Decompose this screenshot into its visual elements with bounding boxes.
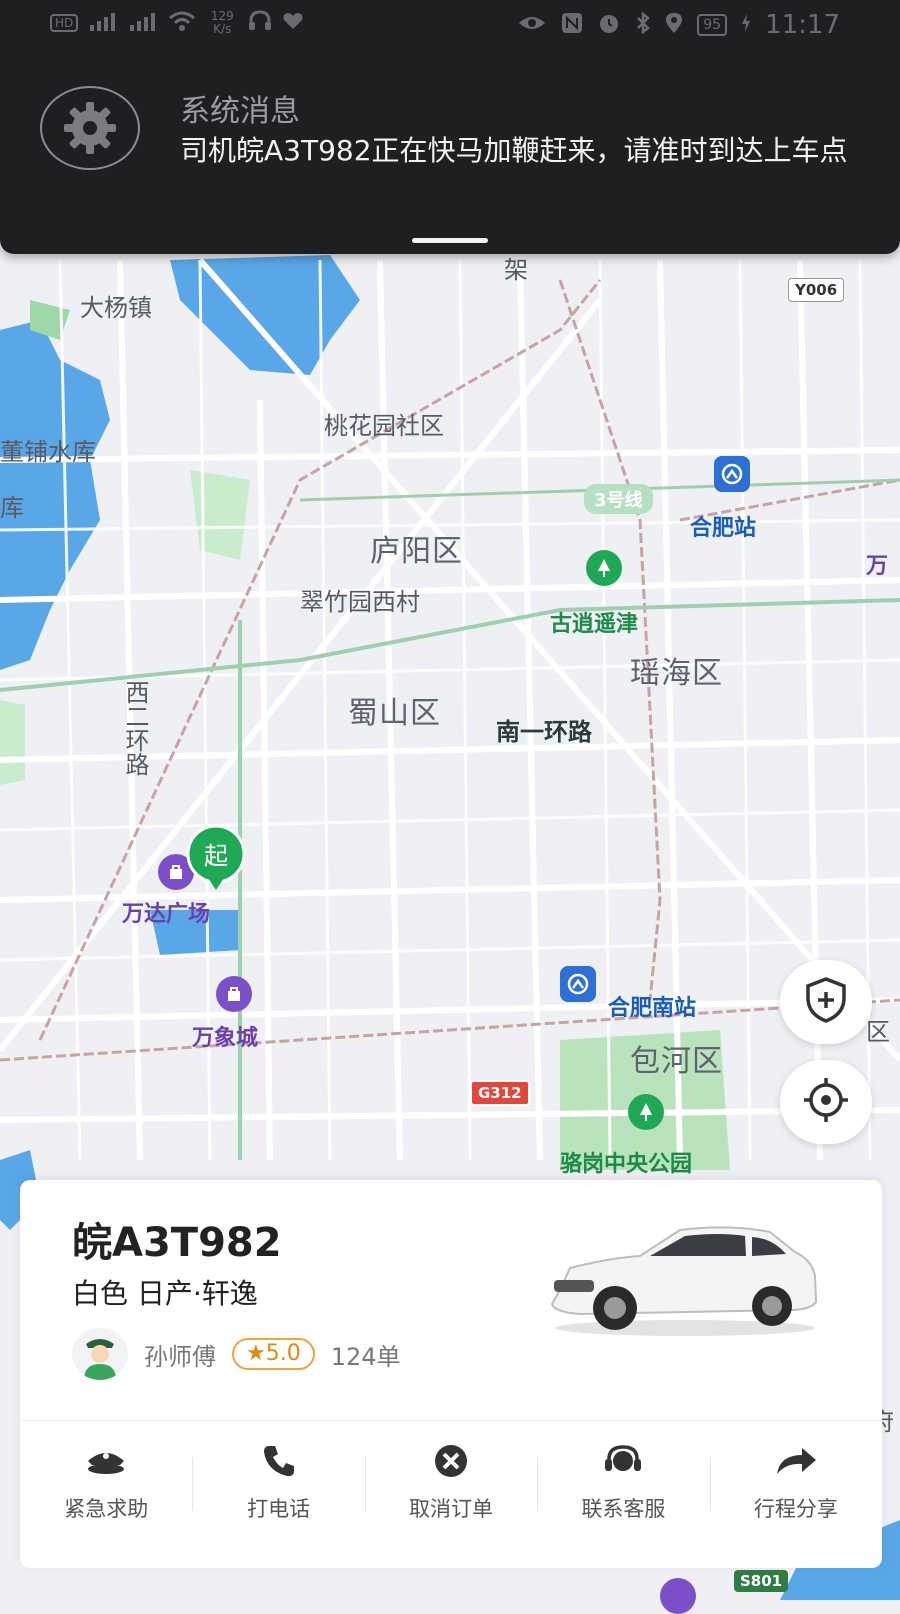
- signal-icon: [128, 11, 158, 35]
- shopping-bag-icon: [660, 1578, 696, 1614]
- map-label-ku: 库: [0, 494, 24, 522]
- map-label-qu-edge: 区: [866, 1018, 890, 1046]
- map-label-taohuayuan: 桃花园社区: [324, 412, 444, 440]
- notification-drag-handle[interactable]: [412, 238, 488, 243]
- car-image: [540, 1210, 830, 1340]
- metro-line-3-badge: 3号线: [584, 484, 653, 514]
- headset-icon: [601, 1443, 645, 1479]
- alarm-icon: [597, 12, 621, 39]
- emergency-help-button[interactable]: 紧急求助: [20, 1421, 192, 1544]
- hd-icon: HD: [50, 14, 79, 32]
- action-bar: 紧急求助 打电话 取消订单 联系客服 行程分享: [20, 1420, 882, 1544]
- wifi-icon: [168, 10, 196, 36]
- license-plate: 皖A3T982: [72, 1220, 282, 1266]
- notification-title: 系统消息: [180, 94, 300, 129]
- map-label-dongpu: 董铺水库: [0, 438, 96, 466]
- status-left-indicators: HD 129 K/s: [50, 10, 304, 36]
- safety-button[interactable]: [780, 960, 872, 1044]
- share-trip-button[interactable]: 行程分享: [709, 1421, 882, 1544]
- action-label: 紧急求助: [64, 1496, 149, 1521]
- route-badge-g312: G312: [470, 1080, 530, 1106]
- map-label-hefei-station: 合肥站: [690, 516, 757, 541]
- park-icon: [628, 1094, 664, 1130]
- map-label-gudao: 古逍遥津: [550, 612, 639, 637]
- map-label-baohe: 包河区: [630, 1044, 723, 1079]
- shopping-bag-icon: [216, 976, 252, 1012]
- headset-icon: [248, 10, 272, 36]
- map-label-yaohai: 瑶海区: [630, 656, 723, 691]
- signal-icon: [88, 11, 118, 35]
- net-speed: 129 K/s: [210, 9, 234, 36]
- nfc-icon: [561, 12, 583, 39]
- system-notification[interactable]: HD 129 K/s 95 11:17 系统消息 司机皖A3T982正在快马加鞭…: [0, 0, 900, 254]
- route-badge-s801: S801: [734, 1570, 789, 1592]
- driver-order-count: 124单: [330, 1342, 401, 1371]
- eye-icon: [517, 13, 547, 38]
- map-label-xierhuan: 西二环路: [121, 680, 149, 776]
- map-label-wan-edge: 万: [866, 554, 889, 579]
- location-icon: [665, 12, 683, 39]
- bluetooth-icon: [635, 10, 651, 39]
- cancel-order-button[interactable]: 取消订单: [364, 1421, 537, 1544]
- car-description: 白色 日产·轩逸: [72, 1277, 258, 1310]
- call-driver-button[interactable]: 打电话: [192, 1421, 364, 1544]
- driver-info-card[interactable]: 皖A3T982 白色 日产·轩逸 孙师傅 ★5.0 124单 紧急求助 打电话 …: [20, 1180, 882, 1568]
- gear-icon: [40, 86, 140, 170]
- map-label-cuizhuyuan: 翠竹园西村: [300, 588, 420, 616]
- map-label-luyang: 庐阳区: [370, 534, 463, 569]
- start-marker-label: 起: [204, 842, 228, 870]
- notification-body: 司机皖A3T982正在快马加鞭赶来，请准时到达上车点: [180, 134, 848, 167]
- map-label-wanxiang: 万象城: [192, 1026, 259, 1051]
- map-label-jia: 架: [504, 256, 528, 284]
- phone-icon: [257, 1443, 301, 1479]
- map-label-dayangzhen: 大杨镇: [80, 294, 152, 322]
- status-right-indicators: 95 11:17: [517, 10, 840, 40]
- charging-icon: [741, 13, 751, 38]
- train-station-icon: [714, 456, 750, 492]
- driver-name: 孙师傅: [144, 1342, 216, 1371]
- police-cap-icon: [84, 1443, 128, 1479]
- map-label-shushan: 蜀山区: [348, 696, 441, 731]
- heart-icon: [282, 11, 304, 35]
- map-label-luogang: 骆岗中央公园: [560, 1152, 693, 1177]
- battery-indicator: 95: [697, 14, 728, 36]
- action-label: 联系客服: [581, 1496, 666, 1521]
- action-label: 打电话: [247, 1496, 311, 1521]
- pickup-start-marker[interactable]: 起: [184, 824, 248, 890]
- locate-button[interactable]: [780, 1060, 872, 1144]
- action-label: 行程分享: [753, 1496, 838, 1521]
- driver-avatar: [72, 1328, 128, 1380]
- status-bar: HD 129 K/s 95 11:17: [0, 0, 900, 52]
- driver-row: 孙师傅 ★5.0 124单: [72, 1328, 401, 1380]
- shield-plus-icon: [804, 976, 848, 1028]
- map-label-hefei-south: 合肥南站: [608, 996, 697, 1021]
- route-badge-y006: Y006: [788, 278, 845, 302]
- driver-rating-badge: ★5.0: [232, 1338, 315, 1370]
- action-label: 取消订单: [409, 1496, 494, 1521]
- share-arrow-icon: [774, 1443, 818, 1479]
- cancel-icon: [429, 1443, 473, 1479]
- train-station-icon: [560, 966, 596, 1002]
- customer-service-button[interactable]: 联系客服: [537, 1421, 709, 1544]
- map-label-nanyihuan: 南一环路: [496, 718, 592, 746]
- status-time: 11:17: [765, 10, 840, 40]
- locate-icon: [802, 1076, 850, 1128]
- map-label-wanda: 万达广场: [122, 902, 211, 927]
- park-icon: [586, 550, 622, 586]
